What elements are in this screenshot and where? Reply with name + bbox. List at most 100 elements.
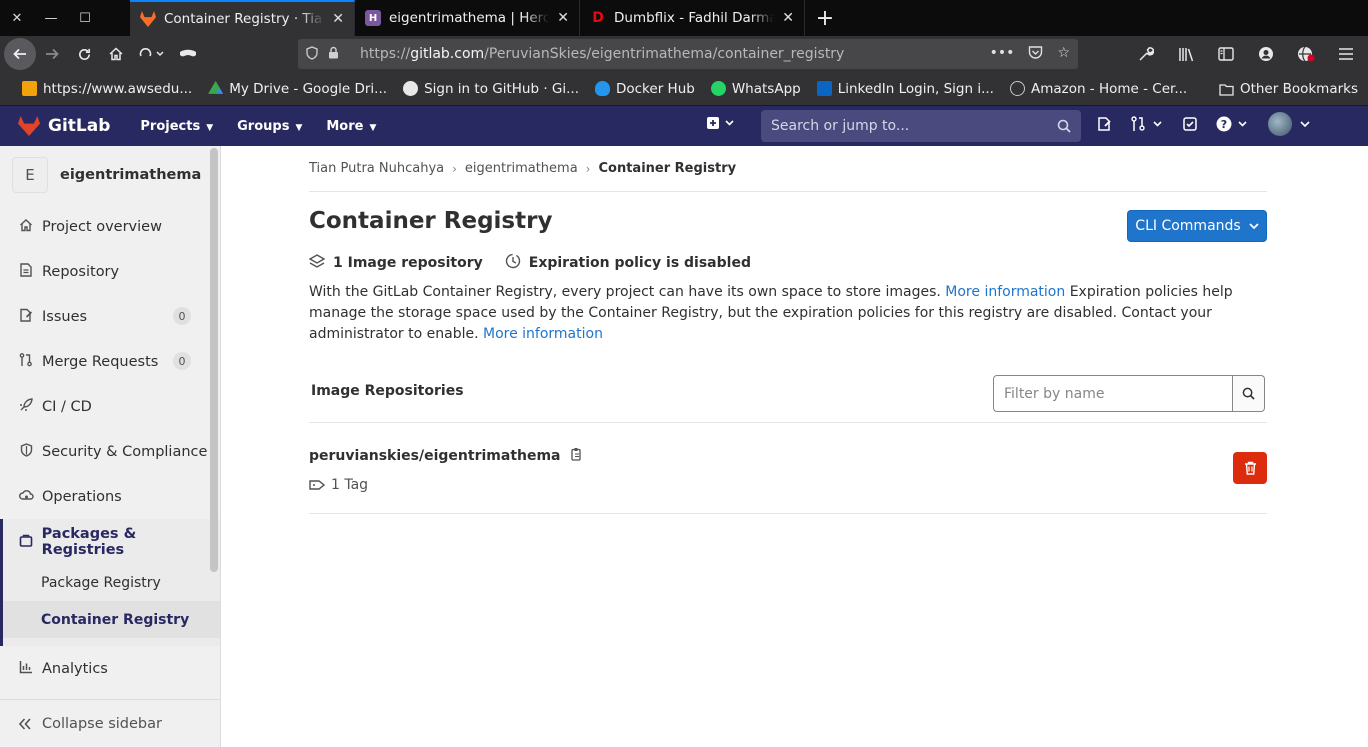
bookmark-item[interactable]: WhatsApp bbox=[710, 81, 801, 97]
sidebar-item-merge-requests[interactable]: Merge Requests 0 bbox=[0, 339, 220, 384]
shield-icon[interactable] bbox=[306, 45, 328, 63]
browser-tab-heroku[interactable]: H eigentrimathema | Heroku ✕ bbox=[355, 0, 580, 36]
sidebar-item-repository[interactable]: Repository bbox=[0, 249, 220, 294]
search-input[interactable]: Search or jump to... bbox=[761, 110, 1081, 142]
cli-commands-button[interactable]: CLI Commands bbox=[1127, 210, 1267, 242]
close-icon[interactable]: ✕ bbox=[332, 11, 344, 27]
breadcrumb-user[interactable]: Tian Putra Nuhcahya bbox=[309, 161, 444, 176]
search-placeholder: Search or jump to... bbox=[771, 118, 910, 134]
projects-dropdown[interactable]: Projects ▼ bbox=[140, 119, 213, 134]
layers-icon bbox=[308, 254, 326, 272]
more-actions-icon[interactable]: ••• bbox=[990, 45, 1015, 63]
url-text[interactable]: https://gitlab.com/PeruvianSkies/eigentr… bbox=[360, 46, 990, 62]
history-dropdown-icon bbox=[139, 48, 164, 57]
lock-icon[interactable] bbox=[328, 46, 350, 62]
package-icon bbox=[18, 533, 34, 551]
reload-button[interactable] bbox=[68, 38, 100, 70]
doc-icon bbox=[18, 262, 34, 281]
sidebar-item-issues[interactable]: Issues 0 bbox=[0, 294, 220, 339]
sidebar-item-analytics[interactable]: Analytics bbox=[0, 646, 220, 691]
breadcrumb-project[interactable]: eigentrimathema bbox=[465, 161, 578, 176]
bookmark-label: https://www.awsedu... bbox=[43, 80, 193, 97]
bookmarks-bar: https://www.awsedu... My Drive - Google … bbox=[0, 72, 1368, 106]
home-button[interactable] bbox=[100, 38, 132, 70]
other-bookmarks-label: Other Bookmarks bbox=[1239, 81, 1358, 97]
tab-title: Dumbflix - Fadhil Darma Putra bbox=[614, 10, 775, 26]
bookmark-item[interactable]: LinkedIn Login, Sign i... bbox=[816, 80, 994, 97]
close-icon[interactable]: ✕ bbox=[557, 10, 569, 26]
arrow-right-icon bbox=[46, 48, 59, 60]
menu-label: Groups bbox=[237, 118, 290, 134]
bookmark-item[interactable]: Amazon - Home - Cer... bbox=[1009, 81, 1187, 97]
sidebar-project-header[interactable]: E eigentrimathema bbox=[0, 146, 220, 204]
merge-requests-dropdown[interactable] bbox=[1130, 116, 1164, 136]
svg-text:?: ? bbox=[1221, 118, 1227, 131]
pocket-icon[interactable] bbox=[1028, 45, 1043, 63]
sidebar-subitem-container-registry[interactable]: Container Registry bbox=[3, 601, 220, 638]
new-tab-button[interactable]: + bbox=[805, 0, 845, 36]
library-icon[interactable] bbox=[1170, 38, 1202, 70]
sidebar-item-security-compliance[interactable]: Security & Compliance bbox=[0, 429, 220, 474]
reader-mask-button[interactable] bbox=[172, 38, 204, 70]
merge-request-icon bbox=[18, 352, 34, 371]
title-row: Container Registry CLI Commands bbox=[309, 192, 1267, 250]
browser-tab-container-registry[interactable]: Container Registry · Tian Putra ✕ bbox=[130, 0, 355, 36]
groups-dropdown[interactable]: Groups ▼ bbox=[237, 119, 302, 134]
expire-icon bbox=[505, 253, 521, 273]
chart-icon bbox=[18, 660, 34, 678]
user-menu[interactable] bbox=[1268, 112, 1310, 136]
url-bar[interactable]: https://gitlab.com/PeruvianSkies/eigentr… bbox=[298, 39, 1078, 69]
collapse-sidebar-button[interactable]: Collapse sidebar bbox=[0, 699, 220, 747]
browser-tab-dumbflix[interactable]: D Dumbflix - Fadhil Darma Putra ✕ bbox=[580, 0, 805, 36]
sidebar-subitem-package-registry[interactable]: Package Registry bbox=[3, 564, 220, 601]
filter-input[interactable]: Filter by name bbox=[993, 375, 1233, 412]
sidebar-scrollbar[interactable] bbox=[210, 148, 218, 572]
bookmark-item[interactable]: My Drive - Google Dri... bbox=[208, 81, 387, 97]
other-bookmarks[interactable]: Other Bookmarks bbox=[1219, 81, 1358, 97]
repository-name-link[interactable]: peruvianskies/eigentrimathema bbox=[309, 448, 561, 464]
cloud-gear-icon bbox=[18, 488, 34, 506]
more-information-link[interactable]: More information bbox=[945, 284, 1065, 300]
filter-search-button[interactable] bbox=[1233, 375, 1265, 412]
bookmark-item[interactable]: Docker Hub bbox=[594, 81, 695, 97]
sidebar-item-label: Packages & Registries bbox=[41, 525, 137, 558]
breadcrumb-current[interactable]: Container Registry bbox=[598, 161, 736, 176]
sidebar-item-project-overview[interactable]: Project overview bbox=[0, 204, 220, 249]
back-button[interactable] bbox=[4, 38, 36, 70]
sidebar-group-packages-registries: Packages & Registries Package Registry C… bbox=[0, 519, 220, 646]
double-chevron-left-icon bbox=[18, 717, 31, 730]
todos-icon[interactable] bbox=[1182, 116, 1198, 136]
menu-icon[interactable] bbox=[1330, 38, 1362, 70]
copy-icon[interactable] bbox=[570, 447, 583, 465]
sidebar-item-operations[interactable]: Operations bbox=[0, 474, 220, 519]
sidebar-item-label: Operations bbox=[42, 488, 122, 505]
window-close-icon[interactable]: ✕ bbox=[10, 11, 24, 26]
sidebar-item-ci-cd[interactable]: CI / CD bbox=[0, 384, 220, 429]
delete-repository-button[interactable] bbox=[1233, 452, 1267, 484]
account-icon[interactable] bbox=[1250, 38, 1282, 70]
image-repositories-title: Image Repositories bbox=[311, 383, 464, 399]
close-icon[interactable]: ✕ bbox=[782, 10, 794, 26]
extension-icon[interactable] bbox=[1290, 38, 1322, 70]
gitlab-logo[interactable]: GitLab bbox=[18, 116, 110, 136]
aws-icon bbox=[22, 81, 37, 96]
new-item-dropdown[interactable] bbox=[706, 116, 736, 134]
registry-description: With the GitLab Container Registry, ever… bbox=[309, 282, 1267, 345]
bookmark-item[interactable]: Sign in to GitHub · Gi... bbox=[403, 81, 579, 97]
bookmark-star-icon[interactable]: ☆ bbox=[1057, 45, 1070, 63]
filter-by-name: Filter by name bbox=[993, 375, 1265, 412]
window-minimize-icon[interactable]: — bbox=[44, 11, 58, 26]
sidebar-toggle-icon[interactable] bbox=[1210, 38, 1242, 70]
issues-icon[interactable] bbox=[1096, 116, 1112, 136]
forward-button[interactable] bbox=[36, 38, 68, 70]
bookmark-label: LinkedIn Login, Sign i... bbox=[837, 80, 994, 97]
more-dropdown[interactable]: More ▼ bbox=[326, 119, 376, 134]
bookmark-item[interactable]: https://www.awsedu... bbox=[22, 81, 192, 97]
wrench-icon[interactable] bbox=[1130, 38, 1162, 70]
window-maximize-icon[interactable]: ☐ bbox=[78, 11, 92, 26]
history-button[interactable] bbox=[132, 38, 172, 70]
more-information-link[interactable]: More information bbox=[483, 326, 603, 342]
sidebar-item-packages-registries[interactable]: Packages & Registries bbox=[3, 519, 220, 564]
project-avatar: E bbox=[12, 157, 48, 193]
help-dropdown[interactable]: ? bbox=[1216, 116, 1250, 136]
